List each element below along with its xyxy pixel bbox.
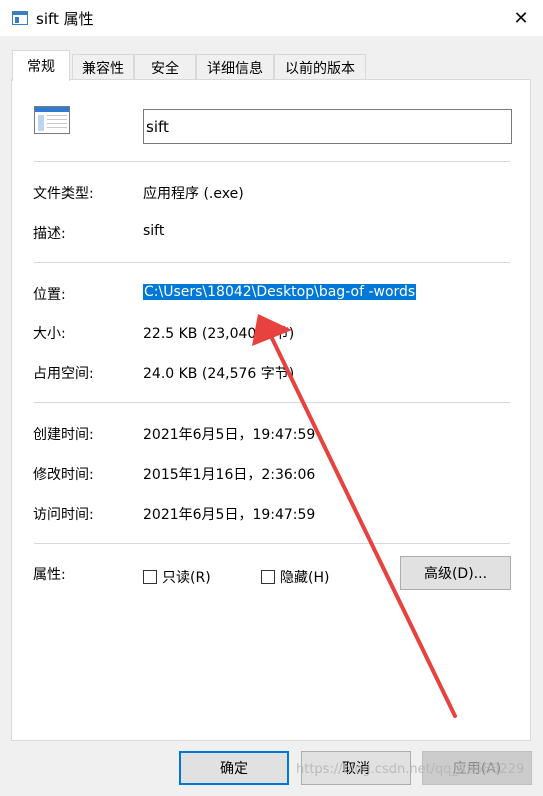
modified-label: 修改时间: (33, 467, 94, 483)
divider (34, 402, 510, 403)
tab-general[interactable]: 常规 (12, 50, 70, 81)
checkbox-box[interactable] (143, 570, 157, 584)
created-label: 创建时间: (33, 427, 94, 443)
divider (34, 161, 510, 162)
advanced-button[interactable]: 高级(D)... (400, 556, 511, 590)
disk-size-label: 占用空间: (33, 366, 94, 382)
title-bar: sift 属性 ✕ (0, 0, 543, 36)
hidden-label: 隐藏(H) (280, 570, 330, 586)
file-type-value: 应用程序 (.exe) (143, 186, 244, 202)
description-label: 描述: (33, 226, 66, 242)
general-panel: 文件类型: 应用程序 (.exe) 描述: sift 位置: C:\Users\… (11, 79, 531, 741)
divider (34, 543, 510, 544)
created-value: 2021年6月5日，19:47:59 (143, 427, 316, 443)
hidden-checkbox[interactable]: 隐藏(H) (261, 567, 329, 587)
tab-security[interactable]: 安全 (134, 54, 196, 80)
tab-details[interactable]: 详细信息 (196, 54, 274, 80)
readonly-label: 只读(R) (162, 570, 211, 586)
size-value: 22.5 KB (23,040 字节) (143, 326, 295, 342)
accessed-label: 访问时间: (33, 507, 94, 523)
exe-file-icon (34, 106, 70, 134)
attributes-label: 属性: (33, 567, 66, 583)
readonly-checkbox[interactable]: 只读(R) (143, 567, 211, 587)
tab-previous-versions[interactable]: 以前的版本 (274, 54, 366, 80)
close-icon[interactable]: ✕ (507, 4, 535, 32)
accessed-value: 2021年6月5日，19:47:59 (143, 507, 316, 523)
location-value[interactable]: C:\Users\18042\Desktop\bag-of -words (143, 284, 417, 300)
modified-value: 2015年1月16日，2:36:06 (143, 467, 316, 483)
description-value: sift (143, 223, 165, 239)
window-app-icon (12, 11, 28, 25)
file-type-label: 文件类型: (33, 186, 94, 202)
tab-compatibility[interactable]: 兼容性 (72, 54, 134, 80)
location-label: 位置: (33, 287, 66, 303)
checkbox-box[interactable] (261, 570, 275, 584)
ok-button[interactable]: 确定 (179, 751, 289, 785)
file-name-field[interactable] (143, 109, 512, 144)
size-label: 大小: (33, 326, 66, 342)
divider (34, 262, 510, 263)
window-title: sift 属性 (36, 10, 94, 28)
disk-size-value: 24.0 KB (24,576 字节) (143, 366, 295, 382)
watermark-text: https://blog.csdn.net/qq_45588229 (296, 762, 525, 777)
